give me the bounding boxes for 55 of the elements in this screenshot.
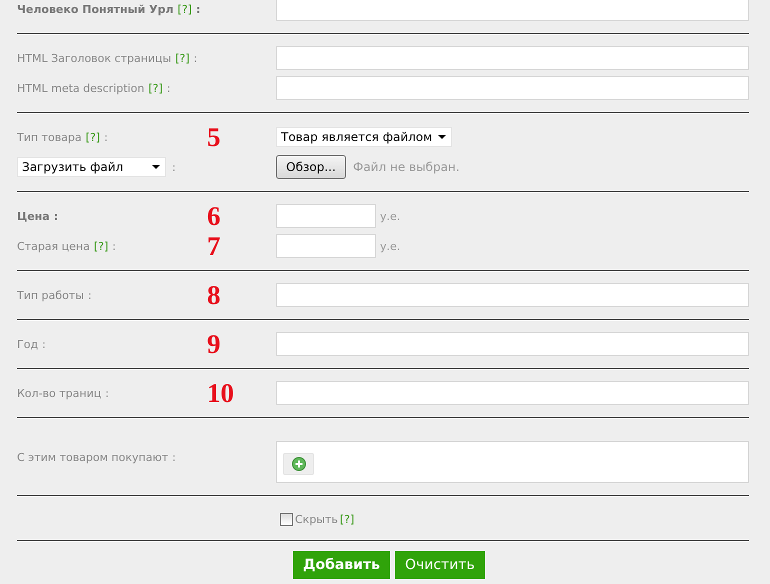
help-link[interactable]: [?] — [178, 2, 192, 16]
text-field[interactable] — [276, 0, 749, 21]
plus-icon — [292, 457, 306, 471]
price-field[interactable] — [276, 234, 376, 258]
field-label: С этим товаром покупают — [17, 451, 168, 464]
caret-icon — [152, 165, 160, 169]
field-label: Год — [17, 338, 38, 350]
text-field[interactable] — [276, 332, 749, 356]
label-colon: : — [112, 240, 116, 252]
label-colon: : — [194, 52, 198, 64]
label-colon: : — [104, 130, 108, 144]
text-field[interactable] — [276, 46, 749, 70]
help-link[interactable]: [?] — [86, 130, 100, 144]
field-label: HTML Заголовок страницы — [17, 52, 172, 64]
field-label: Человеко Понятный Урл — [17, 2, 174, 16]
add-button[interactable] — [283, 453, 314, 475]
field-label: HTML meta description — [17, 82, 144, 94]
field-label: Старая цена — [17, 240, 90, 252]
field-label: Тип товара — [17, 130, 82, 144]
text-field[interactable] — [276, 76, 749, 100]
browse-button[interactable]: Обзор... — [276, 155, 346, 179]
type-select[interactable]: Товар является файлом — [276, 127, 452, 147]
text-field[interactable] — [276, 283, 749, 307]
hide-checkbox[interactable] — [280, 512, 293, 526]
help-link[interactable]: [?] — [94, 240, 108, 252]
label-colon: : — [54, 210, 58, 222]
annotation-number: 10 — [207, 378, 234, 408]
label-colon: : — [88, 288, 92, 302]
clear-button[interactable]: Очистить — [394, 551, 485, 579]
help-link[interactable]: [?] — [175, 52, 190, 64]
annotation-number: 7 — [207, 231, 220, 261]
annotation-number: 5 — [207, 122, 220, 152]
checkbox-label: Скрыть — [295, 512, 338, 526]
label-colon: : — [105, 386, 109, 400]
label-colon: : — [166, 82, 170, 94]
label-colon: : — [42, 338, 46, 350]
field-label: Цена — [17, 210, 50, 222]
annotation-number: 9 — [207, 329, 220, 359]
price-field[interactable] — [276, 204, 376, 228]
label-colon: : — [172, 160, 176, 174]
caret-icon — [438, 135, 446, 139]
field-label: Кол-во траниц — [17, 386, 102, 400]
file-status: Файл не выбран. — [353, 160, 460, 174]
annotation-number: 6 — [207, 201, 220, 231]
source-select[interactable]: Загрузить файл — [17, 157, 166, 177]
currency-unit: у.е. — [380, 240, 400, 252]
text-field[interactable] — [276, 381, 749, 405]
label-colon: : — [196, 2, 200, 16]
currency-unit: у.е. — [380, 210, 400, 222]
help-link[interactable]: [?] — [148, 82, 163, 94]
label-colon: : — [172, 451, 176, 464]
annotation-number: 8 — [207, 280, 220, 310]
help-link[interactable]: [?] — [340, 512, 354, 526]
field-label: Тип работы — [17, 288, 84, 302]
add-button[interactable]: Добавить — [293, 551, 390, 579]
